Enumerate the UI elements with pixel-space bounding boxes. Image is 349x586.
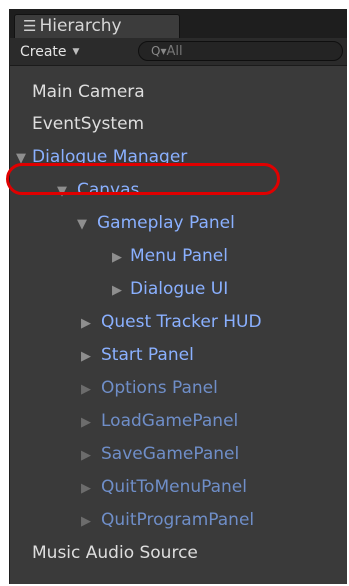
tree-item-music-audio-source[interactable]: Music Audio Source — [10, 538, 349, 568]
tree-item-label: EventSystem — [32, 114, 145, 134]
create-dropdown-button[interactable]: Create ▼ — [20, 42, 79, 62]
hierarchy-tree: Main Camera EventSystem ▼ Dialogue Manage… — [10, 66, 347, 584]
tree-item-menu-panel[interactable]: ▶ Menu Panel — [10, 241, 349, 271]
tree-item-dialogue-ui[interactable]: ▶ Dialogue UI — [10, 274, 349, 304]
tree-item-loadgamepanel[interactable]: ▶ LoadGamePanel — [10, 406, 349, 436]
screenshot-frame: ☰ Hierarchy Create ▼ Q▾All Main Camera Eve… — [0, 0, 349, 586]
expand-arrow-icon[interactable]: ▶ — [81, 375, 101, 405]
expand-arrow-icon[interactable]: ▶ — [81, 507, 101, 537]
tree-item-label: QuitToMenuPanel — [101, 477, 247, 497]
search-icon: Q▾ — [151, 44, 167, 58]
search-placeholder: All — [166, 44, 183, 59]
tree-item-label: Start Panel — [101, 345, 194, 365]
expand-arrow-icon[interactable]: ▶ — [112, 243, 130, 273]
red-highlight-annotation — [6, 163, 280, 195]
create-label: Create — [20, 44, 67, 60]
tree-item-label: Dialogue UI — [130, 279, 229, 299]
tree-item-label: Gameplay Panel — [97, 213, 235, 233]
tree-item-label: Quest Tracker HUD — [101, 312, 262, 332]
tree-item-main-camera[interactable]: Main Camera — [10, 77, 349, 107]
tab-title: Hierarchy — [39, 16, 122, 36]
tree-item-start-panel[interactable]: ▶ Start Panel — [10, 340, 349, 370]
hierarchy-panel: ☰ Hierarchy Create ▼ Q▾All Main Camera Eve… — [9, 9, 347, 584]
hierarchy-toolbar: Create ▼ Q▾All — [10, 38, 347, 66]
tree-item-quest-tracker-hud[interactable]: ▶ Quest Tracker HUD — [10, 307, 349, 337]
hierarchy-list-icon: ☰ — [23, 17, 37, 35]
tab-strip: ☰ Hierarchy — [10, 10, 347, 38]
expand-arrow-icon[interactable]: ▶ — [81, 474, 101, 504]
tree-item-label: SaveGamePanel — [101, 444, 240, 464]
tab-hierarchy[interactable]: ☰ Hierarchy — [14, 14, 180, 38]
tree-item-savegamepanel[interactable]: ▶ SaveGamePanel — [10, 439, 349, 469]
tree-item-label: LoadGamePanel — [101, 411, 239, 431]
tree-item-gameplay-panel[interactable]: ▼ Gameplay Panel — [10, 208, 349, 238]
dropdown-caret-icon: ▼ — [72, 47, 80, 57]
expand-arrow-icon[interactable]: ▶ — [81, 441, 101, 471]
tree-item-quittomenupanel[interactable]: ▶ QuitToMenuPanel — [10, 472, 349, 502]
tree-item-quitprogrampanel[interactable]: ▶ QuitProgramPanel — [10, 505, 349, 535]
tree-item-options-panel[interactable]: ▶ Options Panel — [10, 373, 349, 403]
search-field[interactable]: Q▾All — [138, 41, 343, 61]
expand-arrow-icon[interactable]: ▶ — [81, 342, 101, 372]
tree-item-label: Music Audio Source — [32, 543, 198, 563]
tree-item-label: Options Panel — [101, 378, 218, 398]
expand-arrow-icon[interactable]: ▶ — [81, 309, 101, 339]
tree-item-label: QuitProgramPanel — [101, 510, 255, 530]
tree-item-eventsystem[interactable]: EventSystem — [10, 109, 349, 139]
expand-arrow-icon[interactable]: ▼ — [77, 210, 97, 240]
expand-arrow-icon[interactable]: ▶ — [112, 276, 130, 306]
expand-arrow-icon[interactable]: ▶ — [81, 408, 101, 438]
tree-item-label: Menu Panel — [130, 246, 228, 266]
tree-item-label: Main Camera — [32, 82, 145, 102]
